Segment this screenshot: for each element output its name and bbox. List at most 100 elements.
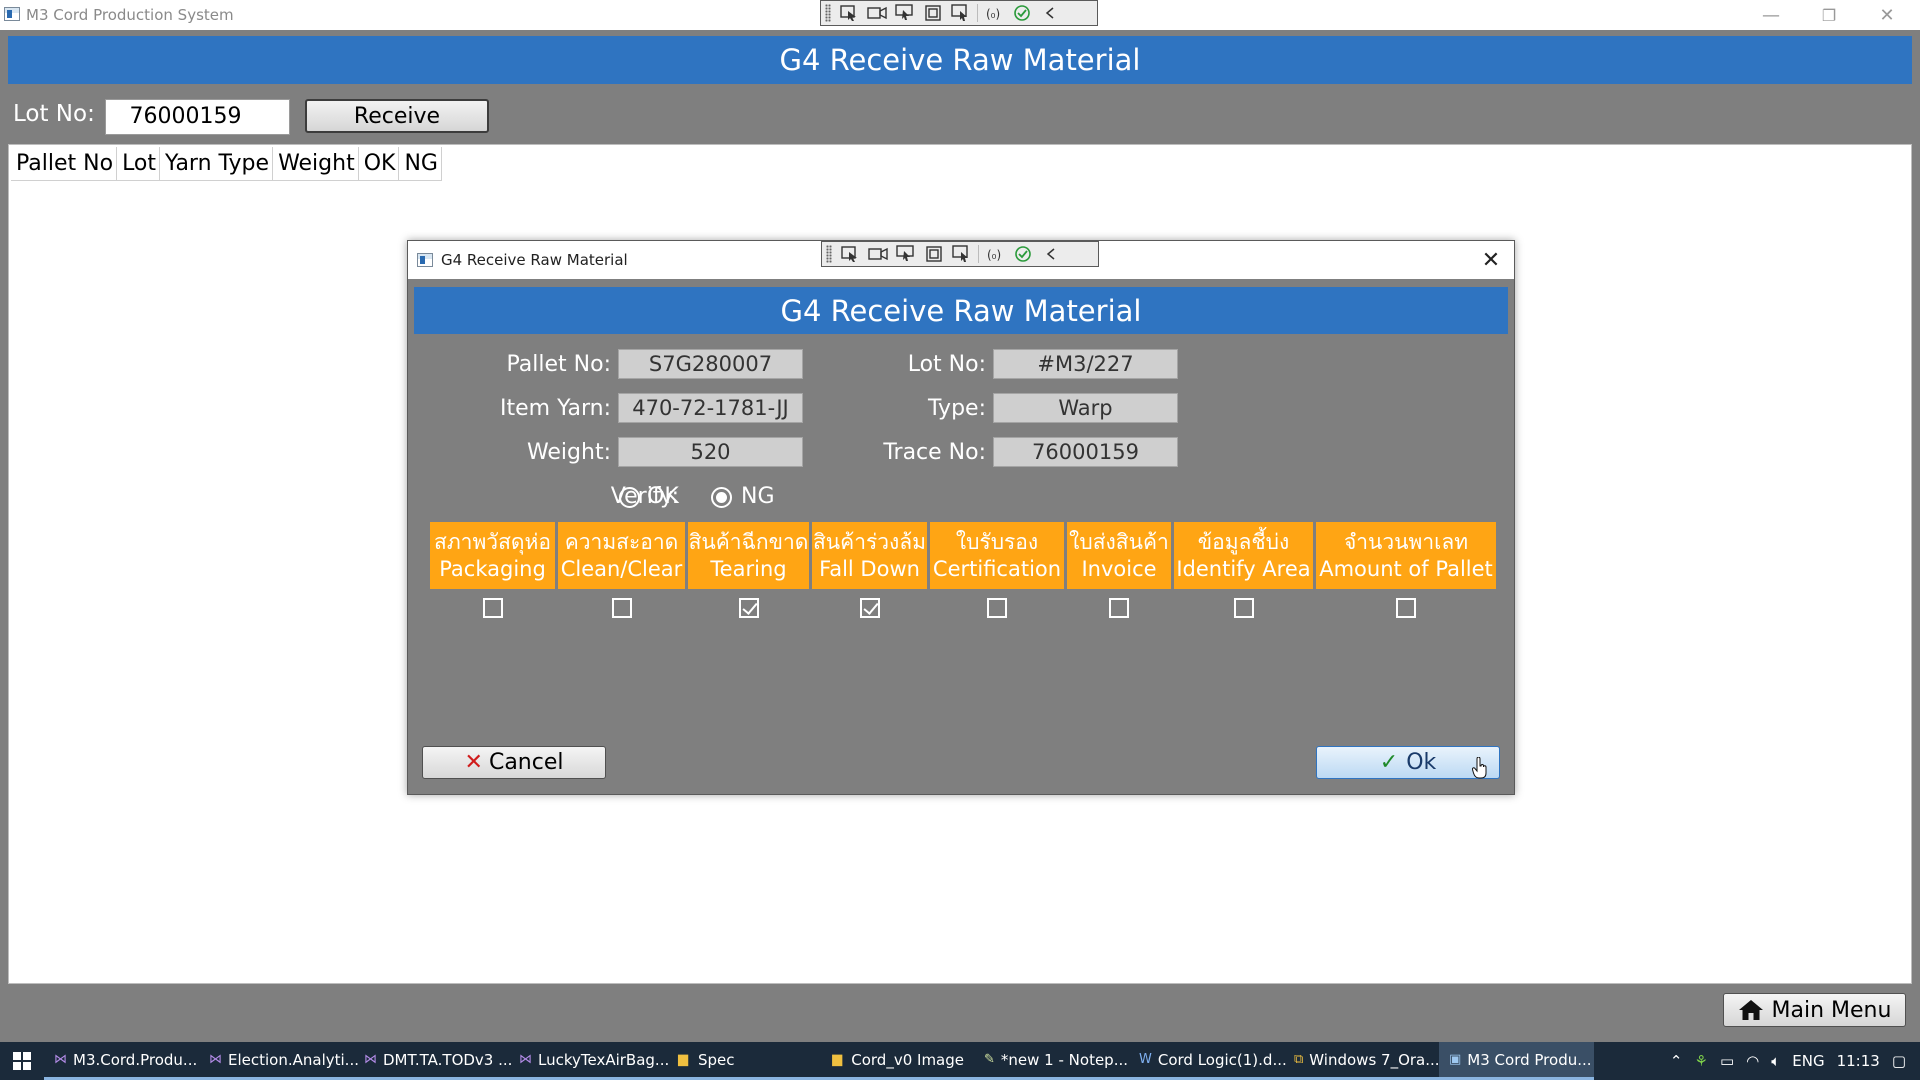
camera-icon[interactable] [864,243,892,265]
column-pallet-no[interactable]: Pallet No [11,147,118,180]
collapse-icon[interactable] [1037,243,1065,265]
taskbar-item-label: LuckyTexAirBag... [538,1050,670,1069]
lot-no-input[interactable]: 76000159 [105,99,290,135]
network-app-icon[interactable]: ⚘ [1695,1052,1708,1070]
type-field[interactable]: Warp [993,393,1178,423]
language-indicator[interactable]: ENG [1792,1052,1824,1070]
identify-area-checkbox[interactable] [1233,598,1254,618]
start-button[interactable] [0,1042,44,1080]
taskbar-item-label: Spec [698,1050,735,1069]
certification-checkbox[interactable] [987,598,1007,618]
binding-icon[interactable]: (₀) [981,243,1009,265]
verify-ok-label[interactable]: OK [647,484,679,509]
type-label: Type: [928,396,986,421]
cancel-label: Cancel [488,750,564,775]
close-button[interactable]: ✕ [1858,0,1916,30]
pallet-no-label: Pallet No: [506,352,611,377]
check-header-en: Clean/Clear [560,556,683,581]
binding-icon[interactable]: (₀) [980,2,1008,24]
notification-icon[interactable]: ▢ [1892,1052,1906,1070]
taskbar-item-label: Windows 7_Ora... [1309,1050,1440,1069]
item-yarn-label: Item Yarn: [500,396,611,421]
taskbar-item[interactable]: ▆ Spec [664,1042,819,1080]
inspection-checklist: สภาพวัสดุห่อ Packaging ความสะอาด Clean/C… [430,522,1496,618]
battery-icon[interactable]: ▭ [1720,1052,1734,1070]
taskbar-item-label: M3 Cord Produ... [1467,1050,1592,1069]
taskbar-item-label: Cord_v0 Image [851,1050,964,1069]
word-icon: W [1139,1052,1152,1067]
restore-button[interactable]: ❐ [1800,0,1858,30]
taskbar-item[interactable]: ⋈ Election.Analyti... [199,1042,359,1080]
system-tray: ⌃ ⚘ ▭ ◠ 🔈︎ ENG 11:13 ▢ [1670,1042,1920,1080]
fall-down-checkbox[interactable] [859,598,880,618]
verify-ng-radio[interactable] [711,487,732,508]
visual-studio-icon: ⋈ [54,1052,67,1067]
visual-studio-icon: ⋈ [364,1052,377,1067]
grip-icon[interactable] [825,4,831,22]
vm-icon: ⧉ [1294,1052,1304,1067]
taskbar-item[interactable]: ▆ Cord_v0 Image [819,1042,974,1080]
main-menu-button[interactable]: Main Menu [1723,993,1906,1027]
volume-icon[interactable]: 🔈︎ [1771,1052,1780,1070]
tearing-checkbox[interactable] [738,598,759,618]
collapse-icon[interactable] [1036,2,1064,24]
item-yarn-field[interactable]: 470-72-1781-JJ [618,393,803,423]
invoice-checkbox[interactable] [1109,598,1129,618]
track-focus-icon[interactable] [948,243,976,265]
column-yarn-type[interactable]: Yarn Type [160,147,274,180]
check-icon[interactable] [1008,2,1036,24]
check-header-en: Tearing [710,556,787,581]
check-icon[interactable] [1009,243,1037,265]
wifi-icon[interactable]: ◠ [1746,1052,1759,1070]
taskbar-item[interactable]: ⧉ Windows 7_Ora... [1284,1042,1440,1080]
verify-ng-label[interactable]: NG [741,484,775,509]
dialog-close-icon[interactable]: ✕ [1478,247,1504,273]
cancel-button[interactable]: ✕ Cancel [422,746,606,779]
taskbar-item[interactable]: ✎ *new 1 - Notep... [974,1042,1129,1080]
check-col-falldown: สินค้าร่วงล้ม Fall Down [812,522,927,618]
layout-icon[interactable] [920,243,948,265]
folder-icon: ▆ [678,1052,688,1067]
trace-no-field[interactable]: 76000159 [993,437,1178,467]
minimize-button[interactable]: — [1742,0,1800,30]
verify-ok-radio[interactable] [619,487,640,508]
check-header-falldown: สินค้าร่วงล้ม Fall Down [812,522,927,589]
clean-clear-checkbox[interactable] [611,598,632,618]
check-header-thai: สินค้าร่วงล้ม [812,529,927,554]
column-weight[interactable]: Weight [273,147,359,180]
column-ng[interactable]: NG [399,147,442,180]
packaging-checkbox[interactable] [482,598,503,618]
column-ok[interactable]: OK [359,147,400,180]
select-element-icon[interactable] [835,2,863,24]
clock[interactable]: 11:13 [1837,1052,1880,1070]
pallet-no-field[interactable]: S7G280007 [618,349,803,379]
dialog-lot-no-field[interactable]: #M3/227 [993,349,1178,379]
weight-field[interactable]: 520 [618,437,803,467]
select-element-icon[interactable] [836,243,864,265]
column-lot[interactable]: Lot [117,147,161,180]
amount-of-pallet-checkbox[interactable] [1396,598,1416,618]
taskbar-item[interactable]: ⋈ LuckyTexAirBag... [509,1042,669,1080]
check-header-en: Packaging [439,556,546,581]
taskbar-item-label: DMT.TA.TODv3 ... [383,1050,513,1069]
lot-no-label: Lot No: [13,101,95,127]
layout-icon[interactable] [919,2,947,24]
main-menu-label: Main Menu [1771,997,1892,1023]
taskbar-item[interactable]: ⋈ DMT.TA.TODv3 ... [354,1042,513,1080]
check-col-invoice: ใบส่งสินค้า Invoice [1067,522,1171,618]
taskbar-item[interactable]: W Cord Logic(1).d... [1129,1042,1287,1080]
grid-header: Pallet No Lot Yarn Type Weight OK NG [11,147,442,181]
dialog-app-icon [417,253,433,267]
taskbar-item[interactable]: ▣ M3 Cord Produ... [1439,1042,1594,1080]
taskbar-item[interactable]: ⋈ M3.Cord.Produ... [44,1042,199,1080]
pointer-icon[interactable] [892,243,920,265]
visual-studio-icon: ⋈ [209,1052,222,1067]
chevron-up-icon[interactable]: ⌃ [1670,1052,1683,1070]
track-focus-icon[interactable] [947,2,975,24]
dialog-lot-no-label: Lot No: [907,352,986,377]
grip-icon[interactable] [826,245,832,263]
pointer-icon[interactable] [891,2,919,24]
camera-icon[interactable] [863,2,891,24]
receive-button[interactable]: Receive [305,99,489,133]
windows-icon [13,1052,31,1070]
